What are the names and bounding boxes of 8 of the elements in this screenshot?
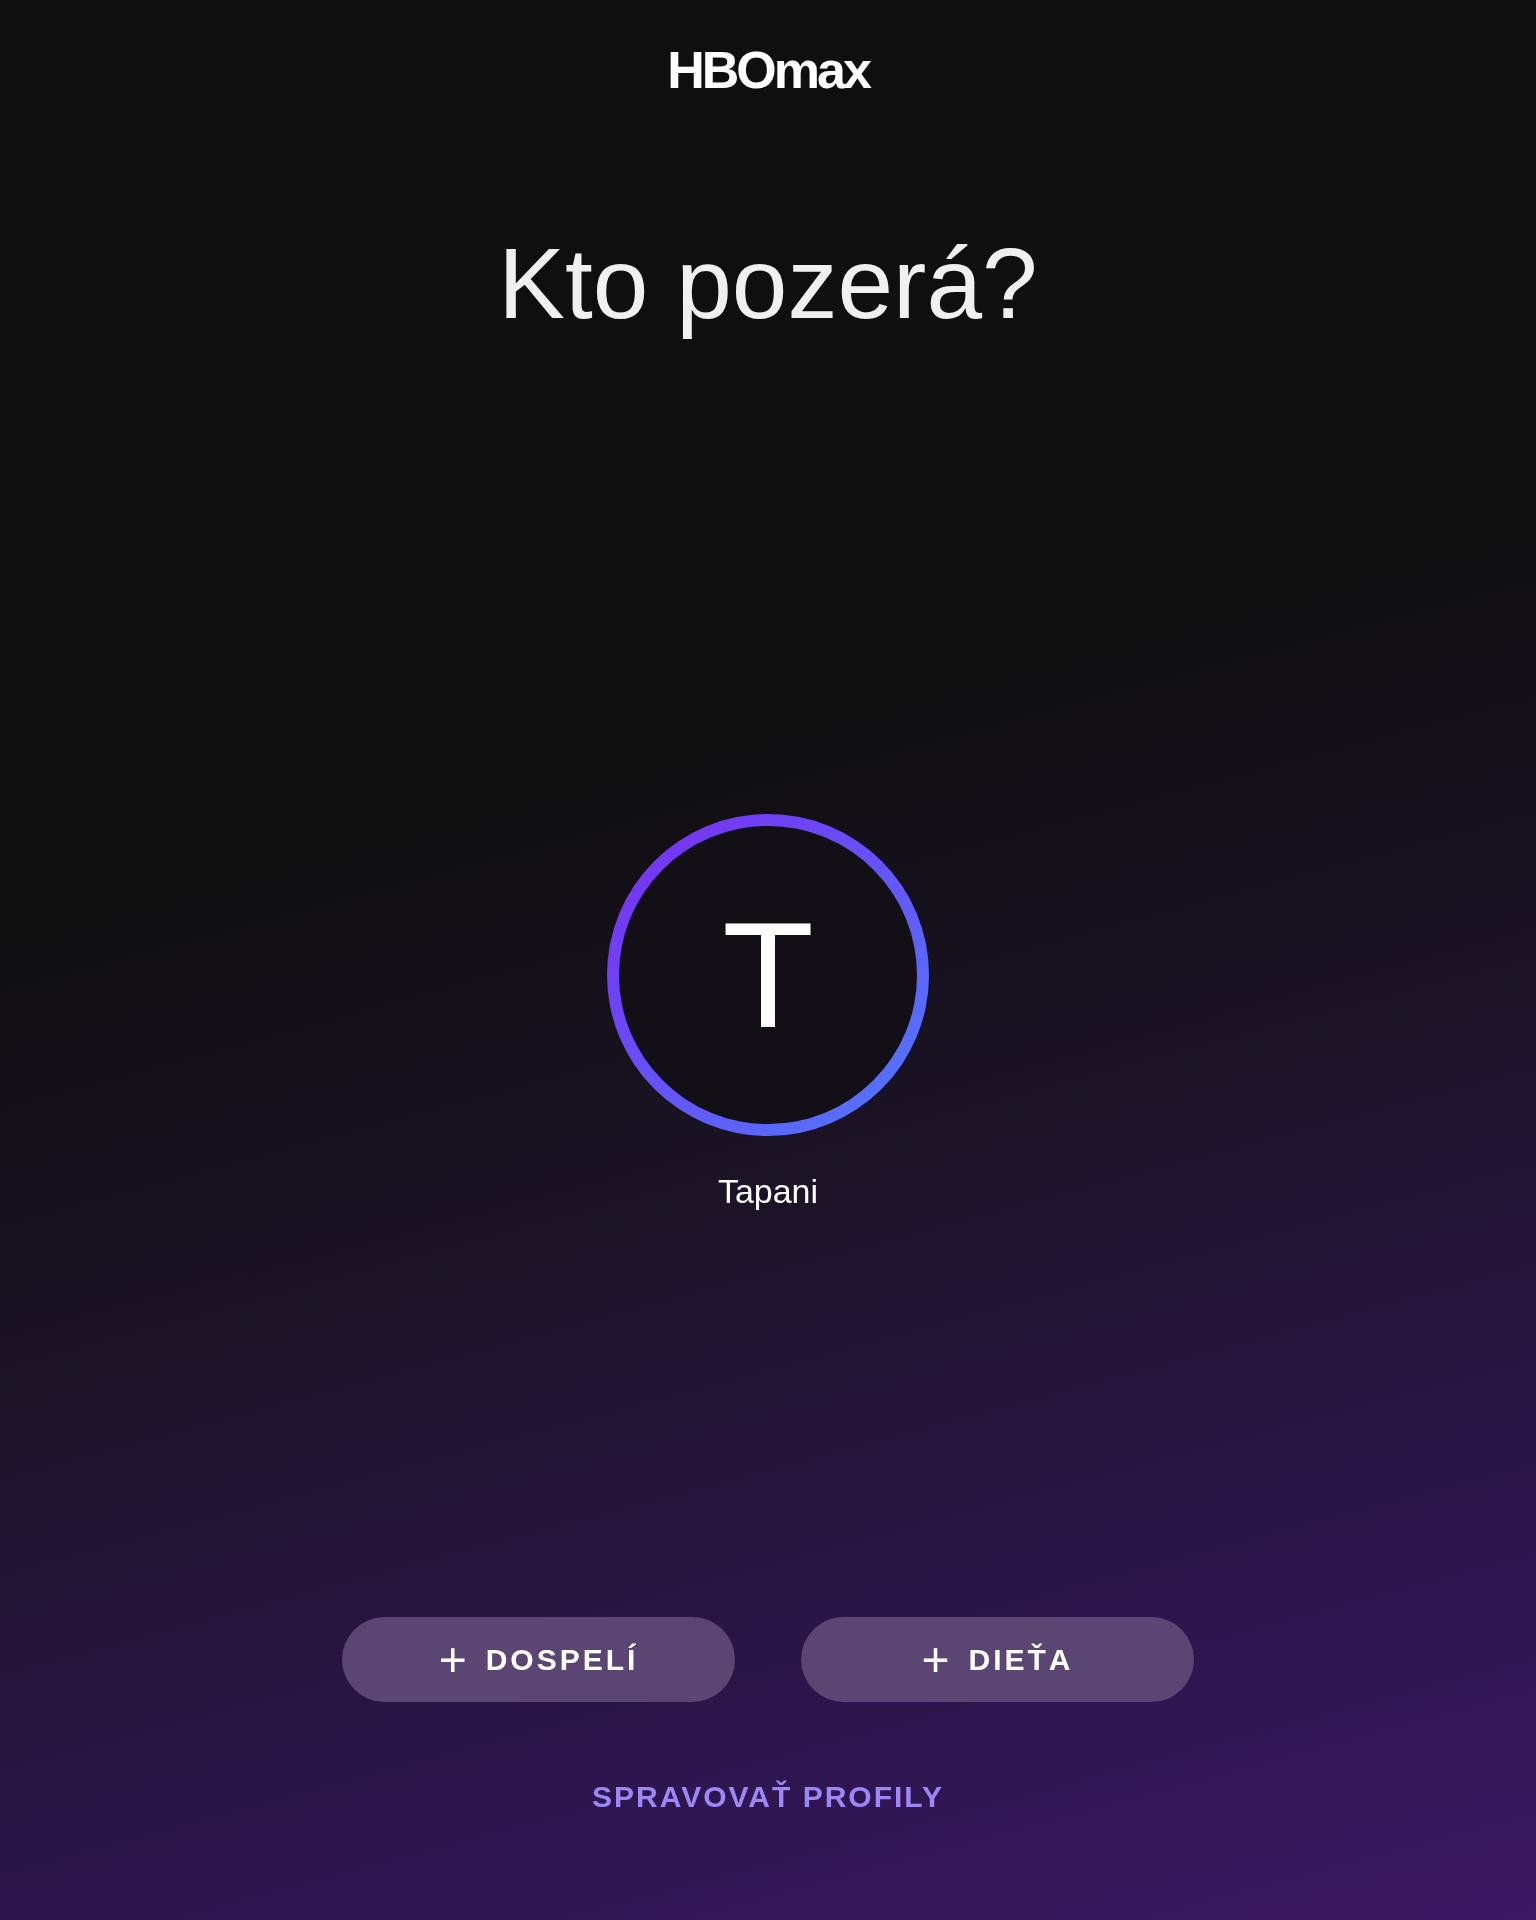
profile-initial: T: [722, 900, 814, 1050]
add-profile-button[interactable]: + DOSPELÍ: [342, 1617, 735, 1702]
profile-name[interactable]: Tapani: [717, 1166, 819, 1217]
profile-avatar[interactable]: T: [607, 814, 929, 1136]
page-title: Kto pozerá?: [498, 228, 1038, 338]
logo: HBOmax: [667, 44, 869, 96]
manage-profiles-link[interactable]: SPRAVOVAŤ PROFILY: [592, 1774, 944, 1819]
add-profile-button[interactable]: + DIEŤA: [801, 1617, 1194, 1702]
